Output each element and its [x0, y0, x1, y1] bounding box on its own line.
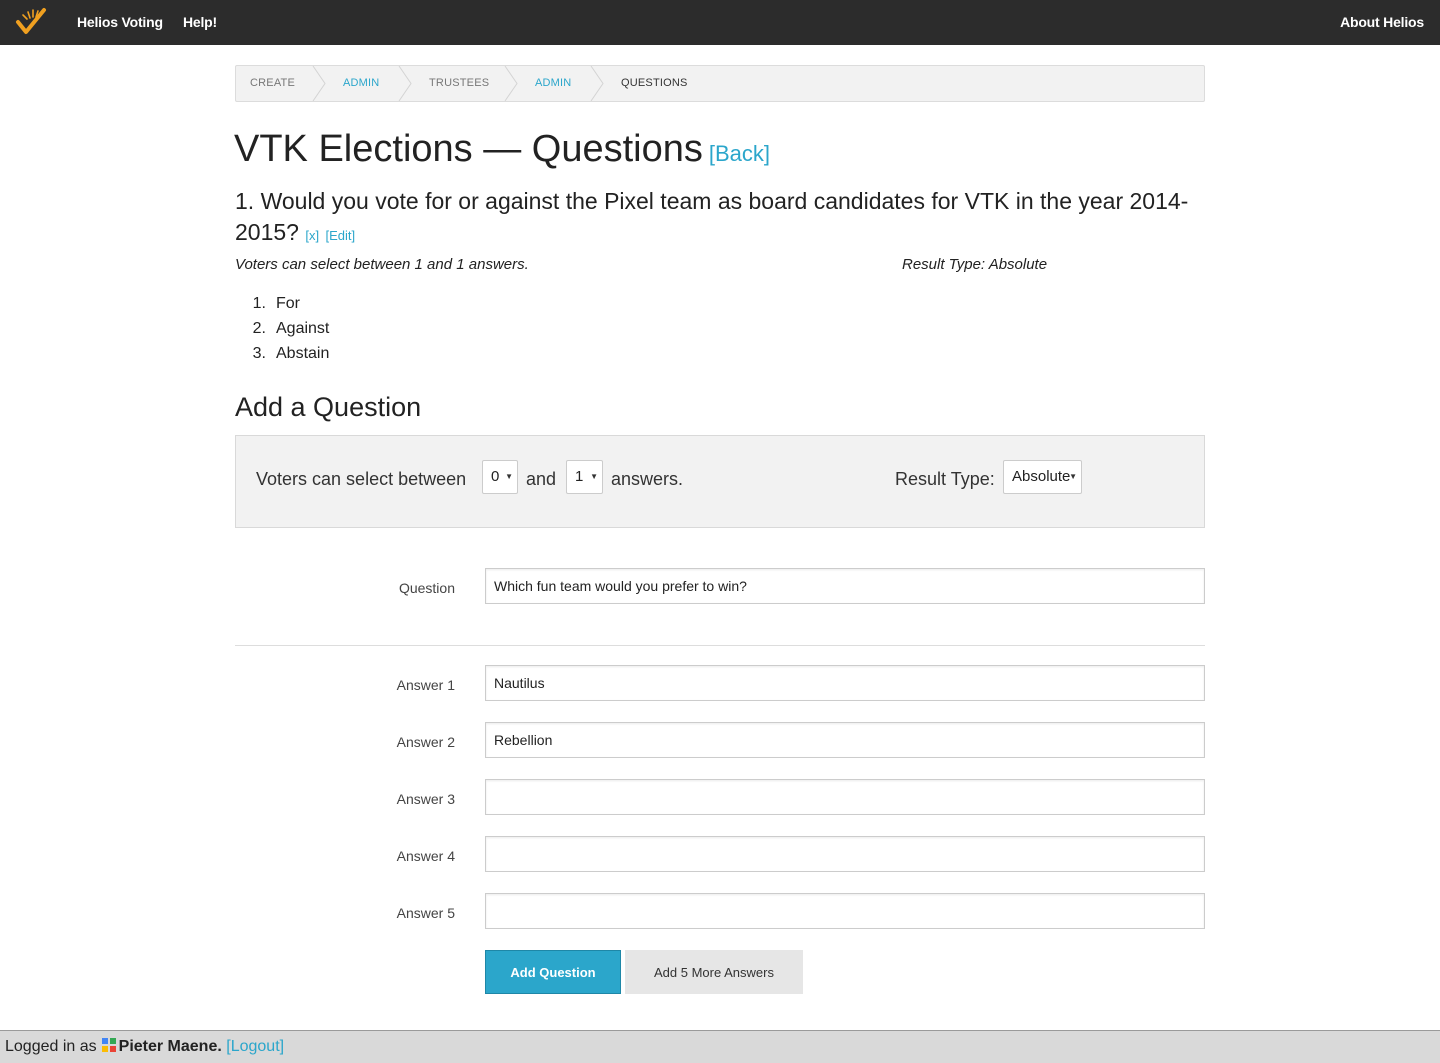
result-type-value: Absolute [1012, 468, 1071, 485]
answer-1-input[interactable] [485, 665, 1205, 701]
nav-help-link[interactable]: Help! [183, 14, 217, 30]
existing-question-result-type: Result Type: Absolute [902, 256, 1048, 273]
list-item: 1. For [235, 293, 329, 318]
existing-question-select-info: Voters can select between 1 and 1 answer… [235, 256, 529, 273]
answer-number: 1. [252, 295, 266, 312]
select-prefix-label: Voters can select between [256, 469, 467, 489]
footer-login-status: Logged in as Pieter Maene. [Logout] [5, 1037, 284, 1056]
max-answers-value: 1 [575, 468, 584, 485]
logout-link[interactable]: [Logout] [226, 1038, 284, 1055]
breadcrumb-create: Create [250, 77, 296, 89]
footer: Logged in as Pieter Maene. [Logout] [0, 1030, 1440, 1063]
list-item: 2. Against [235, 318, 330, 343]
nav-about-link[interactable]: About Helios [1340, 14, 1424, 30]
answer-number: 2. [252, 320, 266, 337]
answer-5-label: Answer 5 [396, 905, 455, 921]
breadcrumb: Create Admin Trustees Admin Questions [235, 65, 1205, 102]
edit-question-link[interactable]: [Edit] [325, 228, 355, 243]
question-options-panel: Voters can select between 0 ▼ and 1 ▼ an… [235, 435, 1205, 528]
chevron-down-icon: ▼ [505, 472, 513, 481]
min-answers-value: 0 [491, 468, 500, 485]
delete-question-link[interactable]: [x] [305, 228, 319, 243]
answer-number: 3. [252, 345, 266, 362]
nav-brand-link[interactable]: Helios Voting [77, 14, 163, 30]
helios-checkmark-logo-icon[interactable] [14, 6, 48, 38]
chevron-down-icon: ▼ [590, 472, 598, 481]
result-type-label: Result Type: [895, 469, 995, 489]
back-link[interactable]: [Back] [709, 141, 770, 166]
breadcrumb-trustees: Trustees [429, 77, 490, 89]
question-label: Question [398, 580, 455, 596]
existing-question-heading: 1. Would you vote for or against the Pix… [235, 186, 1205, 251]
form-divider [235, 645, 1205, 646]
answer-text: Against [276, 320, 330, 337]
question-input[interactable] [485, 568, 1205, 604]
answer-3-label: Answer 3 [396, 791, 455, 807]
answer-1-label: Answer 1 [396, 677, 455, 693]
list-item: 3. Abstain [235, 343, 330, 368]
answer-3-input[interactable] [485, 779, 1205, 815]
breadcrumb-admin-2[interactable]: Admin [535, 77, 571, 89]
breadcrumb-admin-1[interactable]: Admin [343, 77, 379, 89]
answer-text: Abstain [276, 345, 330, 362]
breadcrumb-separator-icon [312, 66, 326, 101]
answer-4-input[interactable] [485, 836, 1205, 872]
top-navbar: Helios Voting Help! About Helios [0, 0, 1440, 45]
result-type-select[interactable]: Absolute ▼ [1003, 460, 1082, 494]
answer-4-label: Answer 4 [396, 848, 455, 864]
add-question-button[interactable]: Add Question [485, 950, 621, 994]
max-answers-select[interactable]: 1 ▼ [566, 460, 603, 494]
answer-text: For [276, 295, 300, 312]
answers-suffix-label: answers. [611, 469, 684, 489]
breadcrumb-separator-icon [504, 66, 518, 101]
logged-in-label: Logged in as [5, 1038, 97, 1055]
answer-2-input[interactable] [485, 722, 1205, 758]
chevron-down-icon: ▼ [1069, 472, 1077, 481]
breadcrumb-questions: Questions [621, 77, 688, 89]
page-title: VTK Elections — Questions [Back] [234, 128, 770, 171]
google-account-icon [101, 1038, 116, 1052]
breadcrumb-separator-icon [590, 66, 604, 101]
add-question-title: Add a Question [235, 392, 422, 422]
min-answers-select[interactable]: 0 ▼ [482, 460, 518, 494]
existing-answers-list: 1. For 2. Against 3. Abstain [235, 293, 330, 368]
add-more-answers-button[interactable]: Add 5 More Answers [625, 950, 803, 994]
page-title-text: VTK Elections — Questions [234, 128, 703, 170]
and-label: and [526, 469, 557, 489]
user-name: Pieter Maene. [118, 1038, 222, 1055]
answer-2-label: Answer 2 [396, 734, 455, 750]
existing-question-text: 1. Would you vote for or against the Pix… [235, 188, 1189, 245]
breadcrumb-separator-icon [398, 66, 412, 101]
answer-5-input[interactable] [485, 893, 1205, 929]
